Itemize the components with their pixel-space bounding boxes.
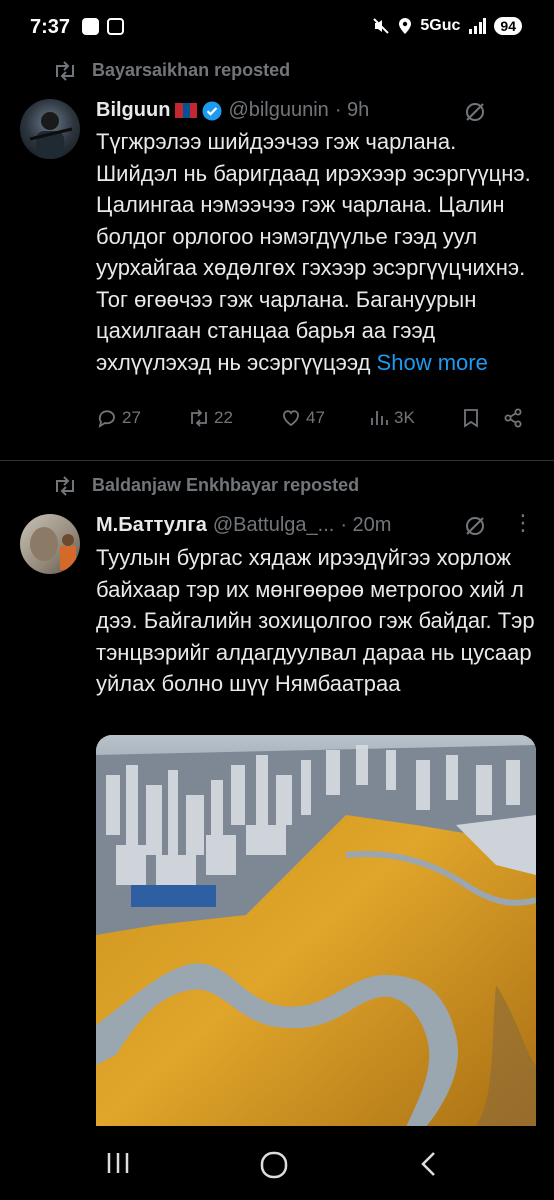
heart-icon xyxy=(283,410,299,427)
mongolia-flag-icon xyxy=(175,103,198,118)
signal-icon xyxy=(469,18,487,34)
view-count: 3K xyxy=(394,408,415,427)
tweet-header: Bilguun @bilguunin · 9h xyxy=(96,99,369,122)
back-icon[interactable] xyxy=(418,1150,440,1178)
reply-button[interactable]: 27 xyxy=(96,407,141,429)
tweet-time: · 9h xyxy=(334,99,370,121)
grok-icon[interactable] xyxy=(464,101,486,123)
like-count: 47 xyxy=(306,408,325,427)
bookmark-icon[interactable] xyxy=(460,407,482,429)
repost-text: Baldanjaw Enkhbayar reposted xyxy=(92,475,360,495)
mute-icon xyxy=(373,18,390,34)
status-bar: 7:37 5Guc 94 xyxy=(0,0,554,56)
tweet-text: Туулын бургас хядаж ирээдүйгээ хорлож ба… xyxy=(96,542,536,700)
show-more-link[interactable]: Show more xyxy=(377,350,488,375)
repost-label[interactable]: Baldanjaw Enkhbayar reposted xyxy=(52,475,359,496)
repost-button[interactable]: 22 xyxy=(188,407,233,429)
author-name[interactable]: М.Баттулга xyxy=(96,514,207,537)
reply-count: 27 xyxy=(122,408,141,427)
views-icon xyxy=(371,411,388,425)
author-name[interactable]: Bilguun xyxy=(96,99,170,122)
tweet-image[interactable] xyxy=(96,735,536,1127)
verified-icon xyxy=(202,101,222,120)
tweet-time: · 20m xyxy=(340,514,392,536)
tweet-body: Туулын бургас хядаж ирээдүйгээ хорлож ба… xyxy=(96,545,535,696)
status-time: 7:37 xyxy=(30,16,71,38)
avatar[interactable] xyxy=(20,514,80,574)
repost-icon xyxy=(191,409,207,427)
notification-icons xyxy=(82,18,124,35)
reply-icon xyxy=(98,410,115,428)
avatar-image xyxy=(29,112,73,159)
screenshot-icon xyxy=(107,18,124,35)
like-button[interactable]: 47 xyxy=(280,407,325,429)
battery-badge: 94 xyxy=(494,17,522,35)
avatar[interactable] xyxy=(20,99,80,159)
views-button[interactable]: 3K xyxy=(368,407,415,429)
more-options-icon[interactable]: ⋮ xyxy=(512,512,534,534)
tweet-text: Түгжрэлээ шийдээчээ гэж чарлана. Шийдэл … xyxy=(96,126,536,378)
tweet-header: М.Баттулга @Battulga_... · 20m xyxy=(96,514,391,537)
home-icon[interactable] xyxy=(259,1150,289,1180)
author-handle[interactable]: @Battulga_... xyxy=(213,514,334,537)
avatar-image xyxy=(30,527,76,570)
repost-icon xyxy=(56,475,74,496)
repost-text: Bayarsaikhan reposted xyxy=(92,60,291,80)
repost-label[interactable]: Bayarsaikhan reposted xyxy=(52,60,290,81)
author-handle[interactable]: @bilguunin xyxy=(228,99,328,122)
tweet-divider xyxy=(0,460,554,461)
share-icon[interactable] xyxy=(502,407,524,429)
navigation-bar xyxy=(0,1126,554,1200)
grok-icon[interactable] xyxy=(464,515,486,537)
location-icon xyxy=(399,18,412,34)
aerial-city-river-photo xyxy=(96,735,536,1127)
notification-icon xyxy=(82,18,99,35)
repost-count: 22 xyxy=(214,408,233,427)
recents-icon[interactable] xyxy=(104,1150,132,1176)
network-label: 5Guc xyxy=(420,17,461,34)
repost-icon xyxy=(56,60,74,81)
tweet-body: Түгжрэлээ шийдээчээ гэж чарлана. Шийдэл … xyxy=(96,129,531,375)
status-right: 5Guc 94 xyxy=(372,17,522,35)
